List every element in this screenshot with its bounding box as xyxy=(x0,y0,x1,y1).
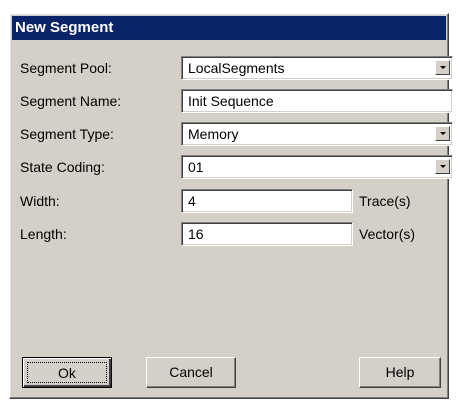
length-label: Length: xyxy=(20,226,67,242)
length-row: Length: 16 Vector(s) xyxy=(10,220,448,248)
segment-type-select[interactable]: Memory xyxy=(181,122,453,146)
length-unit: Vector(s) xyxy=(359,226,416,242)
segment-name-value: Init Sequence xyxy=(188,93,274,109)
length-input[interactable]: 16 xyxy=(181,222,353,246)
help-button[interactable]: Help xyxy=(359,357,441,388)
segment-type-row: Segment Type: Memory xyxy=(10,120,453,148)
segment-pool-label: Segment Pool: xyxy=(20,60,112,76)
segment-name-row: Segment Name: Init Sequence xyxy=(10,87,453,115)
length-value: 16 xyxy=(188,226,204,242)
state-coding-label: State Coding: xyxy=(20,159,105,175)
state-coding-select[interactable]: 01 xyxy=(181,155,453,179)
dialog-title: New Segment xyxy=(12,16,446,40)
width-value: 4 xyxy=(188,193,196,209)
segment-pool-select[interactable]: LocalSegments xyxy=(181,56,453,80)
ok-button[interactable]: Ok xyxy=(22,357,112,388)
state-coding-value: 01 xyxy=(188,159,204,175)
segment-name-input[interactable]: Init Sequence xyxy=(181,89,453,113)
width-input[interactable]: 4 xyxy=(181,189,353,213)
segment-pool-row: Segment Pool: LocalSegments xyxy=(10,54,453,82)
segment-name-label: Segment Name: xyxy=(20,93,122,109)
chevron-down-icon[interactable] xyxy=(435,60,450,75)
state-coding-row: State Coding: 01 xyxy=(10,153,453,181)
chevron-down-icon[interactable] xyxy=(435,159,450,174)
new-segment-dialog: New Segment Segment Pool: LocalSegments … xyxy=(9,13,453,399)
width-label: Width: xyxy=(20,193,60,209)
width-row: Width: 4 Trace(s) xyxy=(10,187,448,215)
cancel-button[interactable]: Cancel xyxy=(146,357,236,388)
segment-type-label: Segment Type: xyxy=(20,126,114,142)
segment-pool-value: LocalSegments xyxy=(188,60,285,76)
width-unit: Trace(s) xyxy=(359,193,411,209)
segment-type-value: Memory xyxy=(188,126,239,142)
ok-button-label: Ok xyxy=(27,362,107,383)
chevron-down-icon[interactable] xyxy=(435,126,450,141)
